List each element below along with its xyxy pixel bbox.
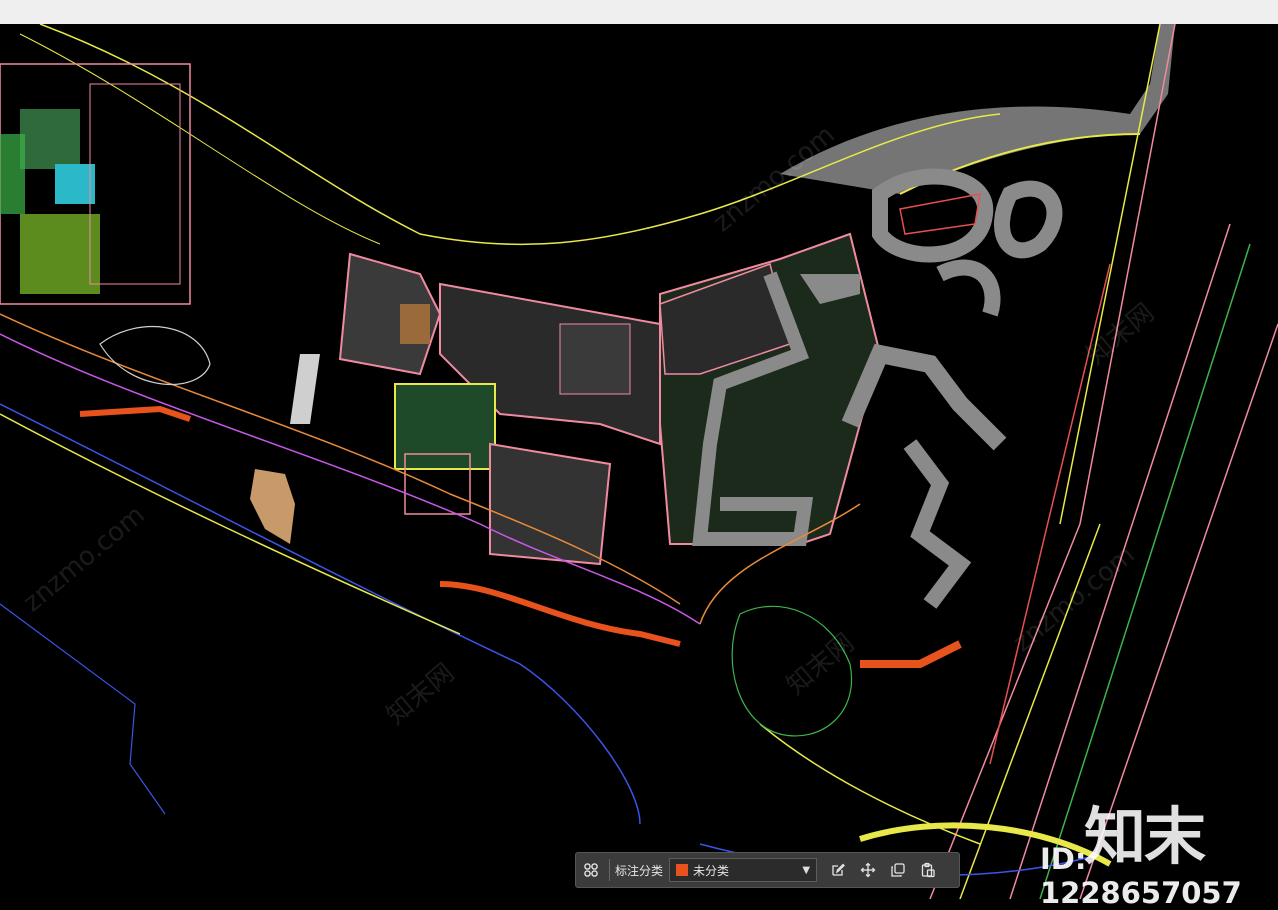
move-icon[interactable]: [853, 855, 883, 885]
annotation-toolbar: 标注分类 未分类 ▼: [575, 852, 960, 888]
toolbar-divider: [609, 859, 610, 881]
boundary-north: [39, 23, 1001, 246]
site-plan-drawing: [0, 23, 1278, 900]
grid-group-icon[interactable]: [576, 855, 606, 885]
chevron-down-icon: ▼: [802, 864, 811, 876]
east-buildings: [659, 232, 1007, 609]
watermark-id: ID: 1228657057: [1040, 842, 1242, 910]
cad-drawing-canvas[interactable]: 知末 ID: 1228657057 znzmo.com 知末网 znzmo.com 知…: [0, 23, 1278, 910]
category-select-value: 未分类: [693, 863, 730, 878]
blue-edge-line: [0, 603, 166, 815]
loop-roads: [872, 168, 1063, 317]
orange-boardwalk-east: [860, 640, 962, 668]
west-buildings: [0, 63, 191, 305]
tan-pad: [250, 469, 295, 544]
edit-icon[interactable]: [823, 855, 853, 885]
annotation-category-label: 标注分类: [615, 863, 664, 878]
contour-west: [99, 325, 211, 386]
orange-boardwalk-west: [79, 405, 191, 422]
copy-icon[interactable]: [883, 855, 913, 885]
road-band-upper: [780, 24, 1175, 194]
paste-icon[interactable]: [913, 855, 943, 885]
gray-path-east-2: [841, 343, 1007, 451]
category-swatch: [676, 864, 689, 876]
contour-east: [731, 605, 853, 737]
category-select[interactable]: 未分类 ▼: [669, 858, 818, 882]
loop-inner-red: [899, 193, 981, 235]
top-strip: [0, 0, 1278, 24]
central-buildings: [290, 252, 661, 566]
gray-path-south: [903, 439, 972, 609]
